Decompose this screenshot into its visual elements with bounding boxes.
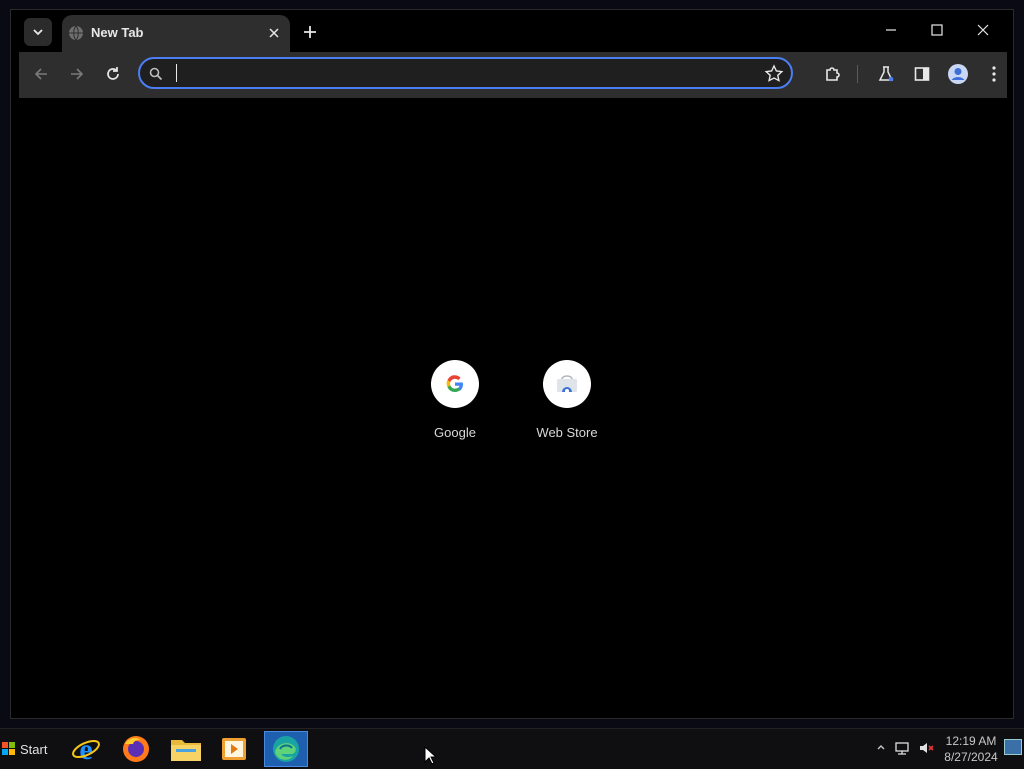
tab-search-button[interactable] [24, 18, 52, 46]
profile-button[interactable] [944, 60, 972, 88]
shortcut-label: Web Store [536, 425, 598, 440]
chevron-down-icon [33, 29, 43, 36]
shortcut-web-store[interactable]: Web Store [511, 360, 623, 450]
show-desktop-button[interactable] [1004, 739, 1022, 755]
address-input[interactable] [174, 62, 738, 86]
start-button[interactable]: Start [2, 735, 54, 763]
tray-overflow-button[interactable] [872, 739, 890, 757]
back-button[interactable] [27, 60, 55, 88]
reload-button[interactable] [99, 60, 127, 88]
chevron-up-icon [877, 745, 885, 750]
taskbar-internet-explorer[interactable]: e [64, 731, 108, 767]
toolbar-separator [857, 65, 858, 83]
minimize-button[interactable] [868, 10, 914, 50]
close-icon [269, 28, 279, 38]
taskbar-firefox[interactable] [114, 731, 158, 767]
plus-icon [304, 26, 316, 38]
reload-icon [107, 67, 119, 80]
menu-button[interactable] [980, 60, 1008, 88]
taskbar-media-player[interactable] [212, 731, 256, 767]
tray-volume[interactable] [917, 739, 935, 757]
shortcut-label: Google [434, 425, 476, 440]
shortcut-google-tile[interactable] [431, 360, 479, 408]
taskbar-file-explorer[interactable] [164, 731, 208, 767]
browser-window: New Tab Google Web Store [10, 9, 1014, 719]
new-tab-button[interactable] [299, 21, 321, 43]
forward-button[interactable] [63, 60, 91, 88]
browser-toolbar [19, 52, 1007, 98]
star-icon[interactable] [764, 64, 784, 84]
tray-network[interactable] [893, 739, 911, 757]
firefox-icon [123, 736, 149, 762]
internet-explorer-icon: e [72, 734, 100, 764]
start-label: Start [20, 741, 48, 757]
close-icon [977, 24, 989, 36]
taskbar: Start e 12:19 AM 8/27/2024 [0, 728, 1024, 769]
clock-date: 8/27/2024 [944, 750, 998, 764]
tab-close-button[interactable] [265, 24, 283, 42]
network-icon [895, 742, 909, 755]
edge-icon [273, 736, 299, 762]
shortcut-web-store-tile[interactable] [543, 360, 591, 408]
text-caret [176, 64, 177, 82]
taskbar-clock[interactable]: 12:19 AM 8/27/2024 [940, 733, 1002, 765]
media-player-icon [222, 738, 246, 760]
side-panel-icon [914, 67, 930, 81]
tab-title: New Tab [91, 25, 144, 40]
labs-flask-icon [878, 66, 894, 82]
side-panel-button[interactable] [908, 60, 936, 88]
clock-time: 12:19 AM [945, 734, 997, 748]
forward-arrow-icon [71, 68, 84, 80]
volume-muted-icon [920, 743, 934, 753]
close-window-button[interactable] [960, 10, 1006, 50]
minimize-icon [886, 29, 896, 31]
labs-button[interactable] [872, 60, 900, 88]
maximize-button[interactable] [914, 10, 960, 50]
menu-kebab-icon [992, 66, 996, 82]
globe-icon [69, 25, 83, 41]
web-store-icon [557, 375, 577, 393]
extensions-icon [826, 67, 840, 81]
mouse-cursor-icon [424, 746, 436, 765]
windows-logo-icon [2, 742, 15, 755]
title-bar: New Tab [11, 10, 1013, 52]
new-tab-page: Google Web Store [19, 98, 1007, 714]
taskbar-edge[interactable] [264, 731, 308, 767]
svg-text:e: e [79, 734, 92, 764]
extensions-button[interactable] [819, 60, 847, 88]
profile-icon [948, 64, 968, 84]
google-g-icon [446, 375, 463, 393]
address-bar[interactable] [138, 57, 793, 89]
back-arrow-icon [34, 68, 47, 80]
file-explorer-icon [171, 740, 201, 761]
maximize-icon [931, 24, 943, 36]
search-icon [149, 67, 163, 81]
shortcut-google[interactable]: Google [399, 360, 511, 450]
tab-new-tab[interactable]: New Tab [62, 15, 290, 52]
